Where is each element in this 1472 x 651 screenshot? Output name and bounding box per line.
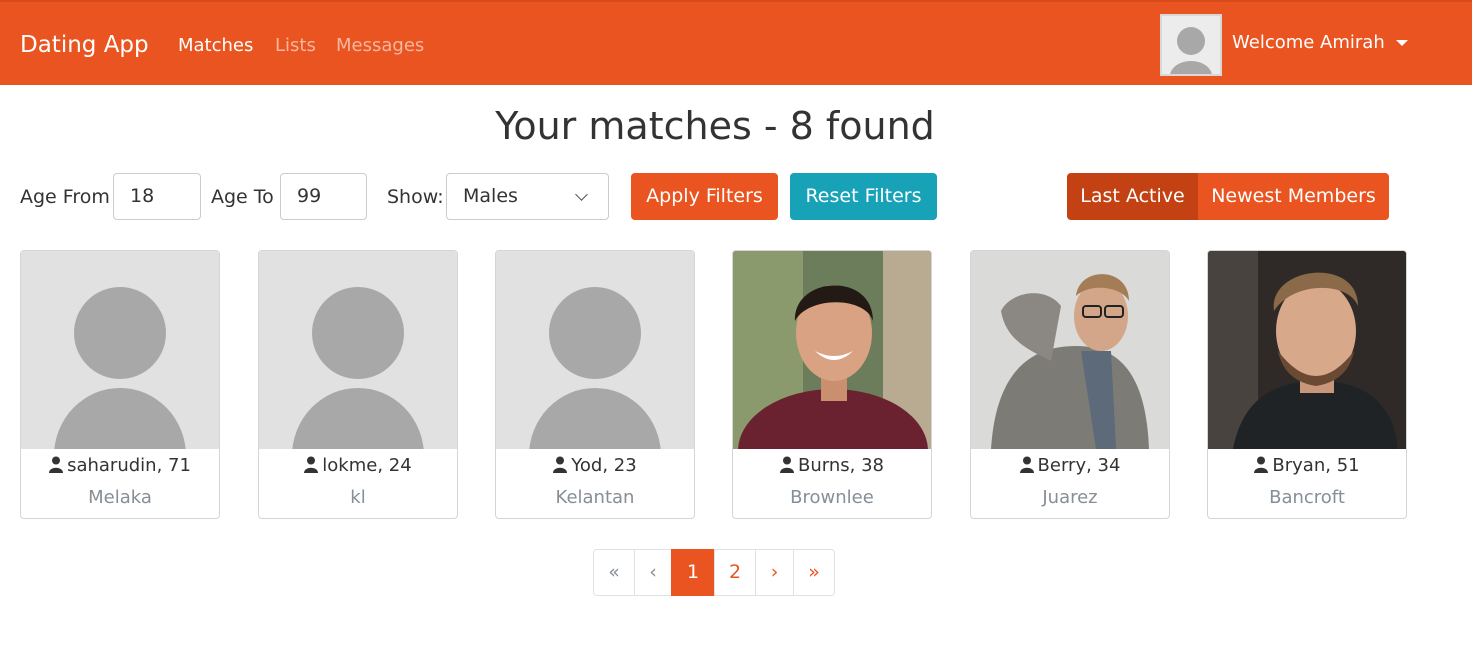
- man-smiling-photo: [733, 251, 931, 449]
- member-name: Yod, 23: [571, 455, 637, 476]
- member-city: Melaka: [88, 487, 152, 508]
- page-first-button[interactable]: «: [593, 549, 635, 596]
- brand-link[interactable]: Dating App: [20, 32, 149, 58]
- nav-matches[interactable]: Matches: [178, 35, 253, 56]
- member-card[interactable]: lokme, 24 kl: [258, 250, 458, 519]
- user-placeholder-icon: [1170, 27, 1212, 74]
- member-name-row: Bryan, 51: [1208, 455, 1406, 476]
- user-icon: [304, 456, 319, 473]
- sort-button-group: Last Active Newest Members: [1067, 173, 1389, 220]
- member-name-row: lokme, 24: [259, 455, 457, 476]
- page-last-button[interactable]: »: [793, 549, 835, 596]
- user-placeholder-icon: [292, 287, 424, 449]
- member-card[interactable]: Bryan, 51 Bancroft: [1207, 250, 1407, 519]
- member-name-row: Berry, 34: [971, 455, 1169, 476]
- page-next-button[interactable]: ›: [755, 549, 794, 596]
- gender-select-value: Males: [463, 185, 518, 207]
- page-2-button[interactable]: 2: [714, 549, 756, 596]
- member-name: Bryan, 51: [1272, 455, 1360, 476]
- reset-filters-button[interactable]: Reset Filters: [790, 173, 937, 220]
- member-name-row: Yod, 23: [496, 455, 694, 476]
- member-name: saharudin, 71: [67, 455, 191, 476]
- user-avatar[interactable]: [1160, 14, 1222, 76]
- user-icon: [780, 456, 794, 473]
- man-beard-photo: [1208, 251, 1406, 449]
- member-card[interactable]: Berry, 34 Juarez: [970, 250, 1170, 519]
- member-photo-placeholder[interactable]: [496, 251, 694, 449]
- user-icon: [49, 456, 64, 473]
- caret-down-icon[interactable]: [1396, 40, 1408, 46]
- member-city: kl: [350, 487, 366, 508]
- member-name-row: Burns, 38: [733, 455, 931, 476]
- member-city: Bancroft: [1269, 487, 1345, 508]
- member-card[interactable]: saharudin, 71 Melaka: [20, 250, 220, 519]
- member-city: Juarez: [1042, 487, 1098, 508]
- sort-newest-button[interactable]: Newest Members: [1198, 173, 1389, 220]
- page-title: Your matches - 8 found: [495, 104, 935, 148]
- navbar: Dating App Matches Lists Messages Welcom…: [0, 0, 1472, 85]
- page-1-button[interactable]: 1: [671, 549, 715, 596]
- user-placeholder-icon: [54, 287, 186, 449]
- member-name: Burns, 38: [798, 455, 884, 476]
- man-glasses-photo: [971, 251, 1169, 449]
- age-from-input[interactable]: 18: [113, 173, 201, 220]
- member-card[interactable]: Yod, 23 Kelantan: [495, 250, 695, 519]
- age-from-label: Age From: [20, 186, 110, 208]
- age-to-label: Age To: [211, 186, 274, 208]
- apply-filters-button[interactable]: Apply Filters: [631, 173, 778, 220]
- chevron-down-icon: [575, 188, 588, 201]
- member-name: lokme, 24: [322, 455, 412, 476]
- member-name-row: saharudin, 71: [21, 455, 219, 476]
- page-prev-button[interactable]: ‹: [634, 549, 672, 596]
- age-to-input[interactable]: 99: [280, 173, 367, 220]
- member-photo[interactable]: [1208, 251, 1406, 449]
- user-icon: [1254, 456, 1269, 473]
- member-photo[interactable]: [733, 251, 931, 449]
- member-city: Kelantan: [555, 487, 635, 508]
- user-icon: [553, 456, 568, 473]
- nav-lists[interactable]: Lists: [275, 35, 316, 56]
- member-card[interactable]: Burns, 38 Brownlee: [732, 250, 932, 519]
- gender-select[interactable]: Males: [446, 173, 609, 220]
- member-name: Berry, 34: [1037, 455, 1121, 476]
- nav-messages[interactable]: Messages: [336, 35, 424, 56]
- member-city: Brownlee: [790, 487, 874, 508]
- user-placeholder-icon: [529, 287, 661, 449]
- show-label: Show:: [387, 186, 444, 208]
- member-photo-placeholder[interactable]: [21, 251, 219, 449]
- sort-last-active-button[interactable]: Last Active: [1067, 173, 1198, 220]
- welcome-dropdown[interactable]: Welcome Amirah: [1232, 32, 1385, 53]
- user-icon: [1019, 456, 1034, 473]
- member-photo-placeholder[interactable]: [259, 251, 457, 449]
- pagination: « ‹ 1 2 › »: [593, 549, 835, 596]
- member-photo[interactable]: [971, 251, 1169, 449]
